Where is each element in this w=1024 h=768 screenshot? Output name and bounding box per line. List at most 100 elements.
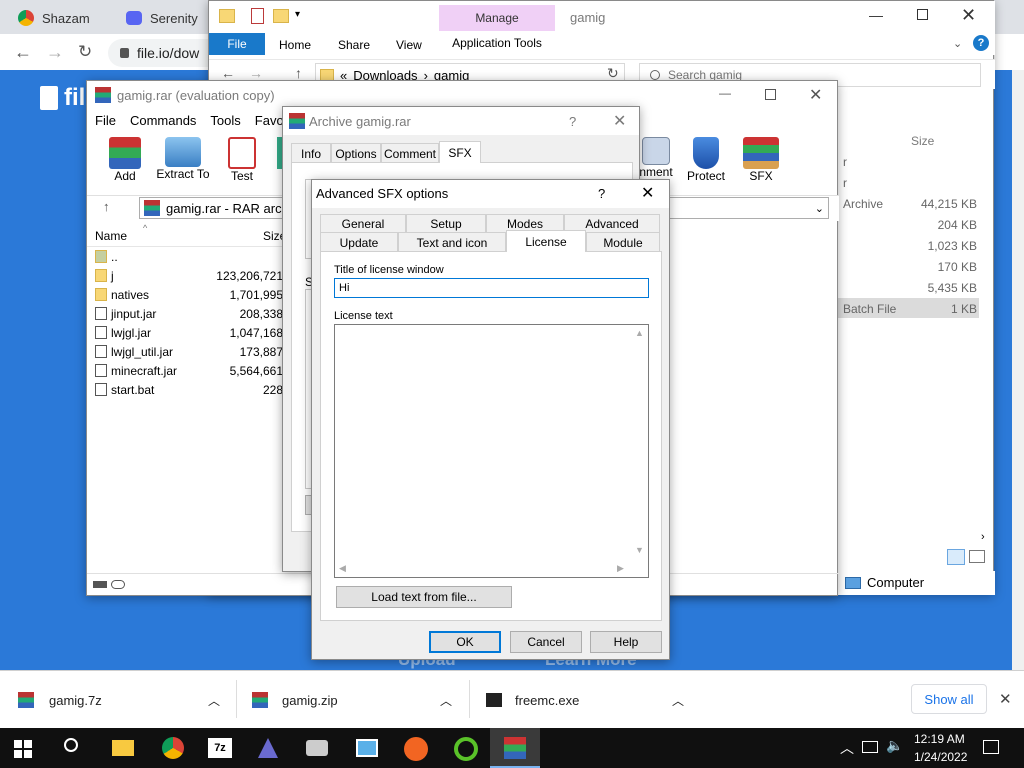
network-icon[interactable]	[862, 741, 878, 753]
ok-button[interactable]: OK	[429, 631, 501, 653]
license-text-area[interactable]: ▲ ▼ ◀ ▶	[334, 324, 649, 578]
tab-text-and-icon[interactable]: Text and icon	[398, 232, 506, 252]
minimize-icon[interactable]: —	[869, 7, 883, 23]
path-dropdown-icon[interactable]: ⌄	[815, 202, 824, 215]
help-button[interactable]: Help	[590, 631, 662, 653]
table-row[interactable]: lwjgl.jar 1,047,168	[87, 323, 287, 342]
tab-sfx[interactable]: SFX	[439, 141, 481, 163]
scroll-right-icon[interactable]: ›	[981, 531, 985, 543]
view-tab[interactable]: View	[396, 38, 422, 52]
new-folder-icon[interactable]	[273, 9, 289, 23]
scroll-down-icon[interactable]: ▼	[635, 545, 644, 555]
toolbar-sfx[interactable]: SFX	[739, 137, 783, 189]
properties-icon[interactable]	[251, 8, 264, 24]
app-taskbar-icon[interactable]	[404, 737, 428, 761]
file-explorer-taskbar-icon[interactable]	[112, 740, 134, 756]
nav-up-icon[interactable]: ↑	[295, 65, 302, 81]
list-item[interactable]: Archive 44,215 KB	[829, 193, 979, 213]
browser-tab[interactable]: Serenity	[120, 4, 210, 32]
archive-help-button[interactable]: ?	[569, 114, 576, 129]
close-icon[interactable]: ✕	[613, 111, 626, 131]
download-item[interactable]: gamig.7z ︿	[18, 680, 236, 720]
app-taskbar-icon[interactable]	[356, 739, 378, 757]
browser-tab[interactable]: Shazam	[8, 4, 116, 32]
tab-comment[interactable]: Comment	[381, 143, 439, 163]
tab-update[interactable]: Update	[320, 232, 398, 252]
tab-info[interactable]: Info	[291, 143, 331, 163]
share-tab[interactable]: Share	[338, 38, 370, 52]
chrome-taskbar-icon[interactable]	[162, 737, 184, 759]
size-column-header[interactable]: Size	[911, 134, 934, 148]
menu-file[interactable]: File	[95, 113, 116, 128]
address-bar[interactable]: file.io/dow	[108, 39, 218, 67]
show-hidden-icons-icon[interactable]: ︿	[840, 738, 854, 758]
scroll-up-icon[interactable]: ▲	[635, 328, 644, 338]
list-item[interactable]: r	[829, 151, 979, 171]
table-row[interactable]: jinput.jar 208,338	[87, 304, 287, 323]
page-scrollbar[interactable]	[1012, 70, 1024, 670]
reload-icon[interactable]: ↻	[78, 42, 92, 62]
volume-muted-icon[interactable]: 🔈	[886, 737, 903, 754]
scroll-right-icon[interactable]: ▶	[617, 563, 624, 574]
list-item[interactable]: 5,435 KB	[829, 277, 979, 297]
toolbar-extract[interactable]: Extract To	[153, 137, 213, 189]
tab-general[interactable]: General	[320, 214, 406, 232]
help-icon[interactable]: ?	[973, 35, 989, 51]
app-taskbar-icon[interactable]	[454, 737, 478, 761]
sfx-help-button[interactable]: ?	[598, 186, 605, 201]
toolbar-test[interactable]: Test	[221, 137, 263, 189]
load-text-button[interactable]: Load text from file...	[336, 586, 512, 608]
license-title-input[interactable]	[334, 278, 649, 298]
home-tab[interactable]: Home	[279, 38, 311, 52]
manage-tab[interactable]: Manage	[439, 5, 555, 31]
clock-time[interactable]: 12:19 AM	[914, 732, 965, 746]
cancel-button[interactable]: Cancel	[510, 631, 582, 653]
nav-forward-icon[interactable]: →	[249, 65, 263, 81]
chevron-up-icon[interactable]: ︿	[440, 692, 452, 709]
list-item[interactable]: 204 KB	[829, 214, 979, 234]
maximize-icon[interactable]	[765, 89, 776, 100]
toolbar-add[interactable]: Add	[105, 137, 145, 189]
details-view-icon[interactable]	[947, 549, 965, 565]
close-icon[interactable]: ✕	[641, 183, 654, 203]
table-row[interactable]: start.bat 228	[87, 380, 287, 399]
download-item[interactable]: gamig.zip ︿	[252, 680, 470, 720]
qat-dropdown-icon[interactable]: ▾	[295, 9, 300, 20]
menu-tools[interactable]: Tools	[210, 113, 240, 128]
close-icon[interactable]: ✕	[809, 85, 822, 105]
nav-back-icon[interactable]: ←	[221, 65, 235, 81]
app-taskbar-icon[interactable]	[306, 740, 328, 756]
large-icons-view-icon[interactable]	[969, 550, 985, 563]
list-item[interactable]: 170 KB	[829, 256, 979, 276]
name-column-header[interactable]: Name	[95, 229, 127, 243]
download-item[interactable]: freemc.exe ︿	[486, 680, 704, 720]
clock-date[interactable]: 1/24/2022	[914, 750, 967, 764]
list-item[interactable]: Batch File 1 KB	[829, 298, 979, 318]
toolbar-protect[interactable]: Protect	[683, 137, 729, 189]
winrar-taskbar-item[interactable]	[490, 728, 540, 768]
table-row[interactable]: ..	[87, 247, 287, 266]
sevenzip-taskbar-icon[interactable]: 7z	[208, 738, 232, 758]
scroll-left-icon[interactable]: ◀	[339, 563, 346, 574]
start-button[interactable]	[14, 740, 32, 758]
computer-item[interactable]: Computer	[845, 575, 924, 590]
list-item[interactable]: r	[829, 172, 979, 192]
list-item[interactable]: 1,023 KB	[829, 235, 979, 255]
ribbon-expand-icon[interactable]: ⌄	[953, 37, 962, 50]
menu-commands[interactable]: Commands	[130, 113, 196, 128]
chevron-up-icon[interactable]: ︿	[672, 692, 684, 709]
tab-setup[interactable]: Setup	[406, 214, 486, 232]
application-tools-tab[interactable]: Application Tools	[439, 31, 555, 55]
minimize-icon[interactable]: —	[719, 86, 731, 100]
forward-icon[interactable]: →	[46, 42, 64, 63]
back-icon[interactable]: ←	[14, 42, 32, 63]
table-row[interactable]: j 123,206,721	[87, 266, 287, 285]
license-vscrollbar[interactable]: ▲ ▼	[632, 325, 648, 561]
close-icon[interactable]: ✕	[961, 5, 976, 26]
notifications-icon[interactable]	[983, 740, 999, 754]
tab-license[interactable]: License	[506, 230, 586, 252]
search-icon[interactable]	[64, 738, 78, 752]
close-download-bar-icon[interactable]: ✕	[999, 690, 1012, 708]
table-row[interactable]: minecraft.jar 5,564,661	[87, 361, 287, 380]
license-hscrollbar[interactable]: ◀ ▶	[335, 561, 632, 577]
